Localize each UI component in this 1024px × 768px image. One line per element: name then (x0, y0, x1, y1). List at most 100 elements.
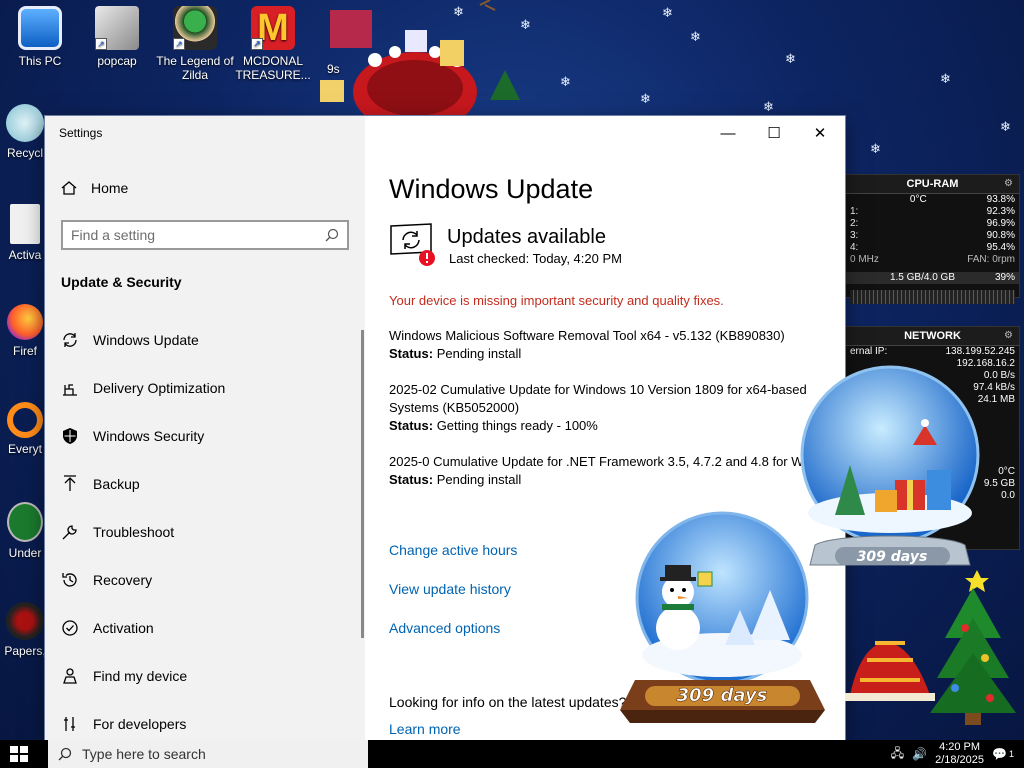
developer-icon (61, 715, 79, 733)
update-list: Windows Malicious Software Removal Tool … (389, 327, 809, 507)
widget-title: NETWORK (904, 330, 961, 342)
update-name: 2025-02 Cumulative Update for Windows 10… (389, 382, 807, 415)
cpu-temp: 0°C (909, 194, 927, 205)
taskbar-search[interactable]: Type here to search (48, 740, 368, 768)
shortcut-arrow-icon: ↗ (95, 38, 107, 50)
sidebar-item-label: Troubleshoot (93, 524, 175, 540)
wrench-icon (61, 523, 79, 541)
status-label: Status: (389, 472, 434, 487)
firefox-icon (7, 304, 43, 340)
sidebar-item-troubleshoot[interactable]: Troubleshoot (45, 508, 355, 556)
search-icon[interactable] (325, 228, 339, 242)
home-nav[interactable]: Home (61, 180, 128, 196)
sidebar-item-backup[interactable]: Backup (45, 460, 355, 508)
computer-icon (18, 6, 62, 50)
sidebar-item-label: Windows Update (93, 332, 199, 348)
start-button[interactable] (10, 746, 28, 762)
desktop-icon-undertale[interactable]: Under (0, 502, 50, 560)
sidebar-item-label: Delivery Optimization (93, 380, 226, 396)
network-icon[interactable]: 🖧 (891, 744, 904, 765)
globe-days-counter: 309 days (677, 685, 768, 706)
refresh-icon (61, 331, 79, 349)
core-value: 95.4% (986, 242, 1015, 253)
sidebar-item-label: For developers (93, 716, 187, 732)
magnifier-icon (7, 402, 43, 438)
sidebar-item-label: Find my device (93, 668, 188, 684)
shortcut-arrow-icon: ↗ (173, 38, 185, 50)
undertale-icon (7, 502, 43, 542)
mcdonalds-logo-icon: M ↗ (251, 6, 295, 50)
sidebar-item-label: Backup (93, 476, 140, 492)
change-active-hours-link[interactable]: Change active hours (389, 542, 517, 558)
home-icon (61, 181, 77, 195)
core-value: 96.9% (986, 218, 1015, 229)
ram-graph (850, 290, 1015, 304)
sidebar-item-for-developers[interactable]: For developers (45, 700, 355, 740)
desktop-icon-everything[interactable]: Everyt (0, 402, 50, 456)
sidebar-item-activation[interactable]: Activation (45, 604, 355, 652)
status-label: Status: (389, 418, 434, 433)
volume-icon[interactable]: 🔊 (912, 747, 927, 761)
desktop-icon-papers-please[interactable]: Papers, (0, 602, 50, 658)
view-update-history-link[interactable]: View update history (389, 581, 511, 597)
sidebar-item-windows-update[interactable]: Windows Update (45, 316, 355, 364)
external-ip: 138.199.52.245 (945, 346, 1015, 357)
window-title: Settings (59, 126, 103, 140)
sidebar-nav: Windows Update Delivery Optimization Win… (45, 316, 355, 740)
gifts-snow-globe: 309 days (795, 365, 995, 590)
cpu-ram-widget: CPU-RAM ⚙ 0°C 93.8% 1: 92.3% 2: 96.9% 3: 90.8… (845, 174, 1020, 304)
extra-value: 0.0 (1001, 490, 1015, 501)
latest-updates-info: Looking for info on the latest updates? (389, 694, 627, 710)
desktop-icon-label: Firef (13, 344, 37, 358)
search-icon (58, 747, 72, 761)
sidebar-item-delivery-optimization[interactable]: Delivery Optimization (45, 364, 355, 412)
desktop-icon-cut-label: 9s (327, 62, 340, 76)
update-name: Windows Malicious Software Removal Tool … (389, 328, 785, 343)
maximize-button[interactable]: ☐ (751, 122, 797, 144)
person-pin-icon (61, 667, 79, 685)
sidebar-item-windows-security[interactable]: Windows Security (45, 412, 355, 460)
desktop-icon-firefox[interactable]: Firef (0, 304, 50, 358)
advanced-options-link[interactable]: Advanced options (389, 620, 500, 636)
sidebar-scrollbar[interactable] (361, 330, 364, 638)
gear-icon[interactable]: ⚙ (1004, 178, 1013, 189)
learn-more-link[interactable]: Learn more (389, 721, 461, 737)
shortcut-arrow-icon: ↗ (251, 38, 263, 50)
system-tray: 🖧 🔊 4:20 PM 2/18/2025 💬 1 (891, 740, 1024, 768)
external-ip-row: ernal IP: 138.199.52.245 (846, 346, 1019, 358)
close-button[interactable]: ✕ (797, 122, 843, 144)
desktop-icon-popcap[interactable]: ↗ popcap (77, 6, 157, 68)
clock-time: 4:20 PM (939, 741, 981, 753)
cpu-core-row: 3: 90.8% (846, 230, 1019, 242)
desktop-icon-legend-of-zilda[interactable]: ↗ The Legend of Zilda (155, 6, 235, 82)
desktop-icon-label: popcap (97, 54, 137, 68)
update-status: Pending install (436, 472, 522, 487)
sidebar-item-recovery[interactable]: Recovery (45, 556, 355, 604)
update-status-icon (389, 222, 435, 268)
desktop-icon-activa[interactable]: Activa (0, 204, 50, 262)
desktop-icon-label: The Legend of Zilda (156, 54, 234, 82)
taskbar-search-placeholder: Type here to search (82, 746, 206, 762)
security-warning: Your device is missing important securit… (389, 293, 724, 308)
desktop-icon-label: Everyt (7, 442, 42, 456)
popcap-icon: ↗ (95, 6, 139, 50)
core-label: 1: (850, 206, 859, 217)
clock[interactable]: 4:20 PM 2/18/2025 (935, 741, 984, 767)
settings-sidebar: Settings Home Update & Security Windows … (45, 116, 365, 740)
taskbar: Type here to search 🖧 🔊 4:20 PM 2/18/202… (0, 740, 1024, 768)
minimize-button[interactable]: — (705, 122, 751, 144)
desktop-icon-label: Under (8, 546, 42, 560)
delivery-icon (61, 379, 79, 397)
find-setting-search[interactable] (61, 220, 349, 250)
notification-icon[interactable]: 💬 1 (992, 747, 1014, 761)
desktop-icon-recycle-bin[interactable]: Recycl (0, 104, 50, 160)
sidebar-item-label: Windows Security (93, 428, 205, 444)
search-input[interactable] (71, 227, 325, 243)
core-value: 90.8% (986, 230, 1015, 241)
cpu-total-row: 0°C 93.8% (846, 194, 1019, 206)
cpu-core-row: 2: 96.9% (846, 218, 1019, 230)
sidebar-item-find-my-device[interactable]: Find my device (45, 652, 355, 700)
desktop-icon-this-pc[interactable]: This PC (0, 6, 80, 68)
gear-icon[interactable]: ⚙ (1004, 330, 1013, 341)
sidebar-item-label: Activation (93, 620, 154, 636)
